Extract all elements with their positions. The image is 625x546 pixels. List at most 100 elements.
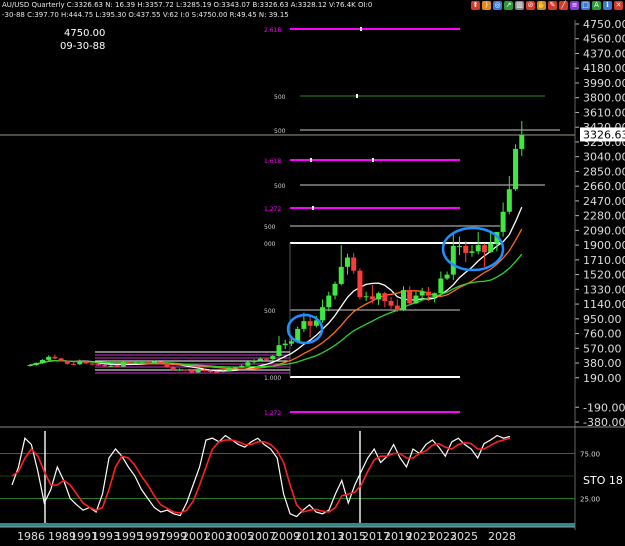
candle-body — [39, 359, 45, 364]
candle-body — [89, 363, 95, 365]
date-readout: 09-30-88 — [60, 41, 106, 52]
candle-body — [64, 360, 70, 364]
fib-label: 1.272 — [264, 410, 281, 417]
candle-body — [127, 362, 133, 364]
candle-body — [463, 245, 469, 253]
candle-body — [444, 274, 450, 279]
candle-body — [232, 367, 238, 369]
price-readout: 4750.00 — [64, 28, 106, 39]
candle-body — [500, 211, 506, 232]
candle-body — [488, 243, 494, 253]
candle-body — [351, 257, 357, 271]
x-tick-label: 1986 — [17, 530, 45, 543]
candle-body — [183, 369, 189, 371]
y-tick-label: 2470.00 — [583, 195, 625, 208]
candle-body — [139, 362, 145, 364]
fib-label: 000 — [264, 241, 276, 248]
y-tick-label: 760.00 — [583, 328, 622, 341]
candle-body — [58, 358, 64, 361]
x-tick-label: 2028 — [488, 530, 516, 543]
y-tick-label: 2660.00 — [583, 180, 625, 193]
sto-level-label: 25.00 — [580, 496, 600, 504]
candle-body — [276, 345, 282, 357]
candle-body — [46, 356, 52, 360]
fib-marker — [360, 27, 362, 31]
y-tick-label: 1330.00 — [583, 283, 625, 296]
moving-average-line — [29, 206, 523, 372]
candle-body — [133, 362, 139, 364]
y-tick-label: 2850.00 — [583, 165, 625, 178]
candle-body — [164, 363, 170, 367]
candle-body — [326, 295, 332, 308]
y-tick-label: 2280.00 — [583, 210, 625, 223]
y-tick-label: 1900.00 — [583, 239, 625, 252]
x-tick-label: 2025 — [450, 530, 478, 543]
y-tick-label: 4560.00 — [583, 33, 625, 46]
candle-body — [432, 293, 438, 296]
candle-body — [513, 148, 519, 190]
candle-body — [469, 251, 475, 253]
candle-body — [245, 362, 251, 366]
y-tick-label: 3990.00 — [583, 77, 625, 90]
y-tick-label: 190.00 — [583, 372, 622, 385]
y-tick-label: 380.00 — [583, 357, 622, 370]
candle-body — [519, 134, 525, 149]
fib-marker — [356, 94, 358, 98]
candle-body — [170, 366, 176, 371]
candle-body — [481, 245, 487, 253]
candle-body — [77, 361, 83, 365]
moving-average-line — [29, 253, 523, 368]
sto-level-label: 75.00 — [580, 451, 600, 459]
candle-body — [226, 368, 232, 371]
candle-body — [382, 293, 388, 301]
candle-body — [401, 290, 406, 311]
candle-body — [320, 307, 326, 321]
fib-marker — [312, 206, 314, 210]
fib-label: 1.272 — [264, 206, 281, 213]
y-tick-label: 2090.00 — [583, 224, 625, 237]
candle-body — [301, 321, 307, 329]
candle-body — [33, 363, 39, 365]
fib-label: 500 — [274, 128, 286, 135]
candle-body — [506, 189, 512, 212]
candle-body — [27, 364, 33, 366]
candle-body — [251, 360, 257, 363]
y-tick-label: -190.00 — [583, 401, 625, 414]
candle-body — [145, 362, 151, 364]
y-tick-label: 3040.00 — [583, 151, 625, 164]
candle-body — [152, 361, 157, 363]
candle-body — [407, 290, 413, 304]
candle-body — [102, 364, 108, 367]
highlight-ellipse — [286, 313, 324, 345]
fib-label: 1.618 — [264, 158, 281, 165]
candle-body — [158, 361, 164, 364]
candle-body — [220, 370, 226, 372]
candle-body — [176, 369, 182, 371]
candle-body — [344, 257, 350, 267]
candle-body — [201, 370, 207, 372]
fib-label: 500 — [264, 224, 276, 231]
candle-body — [425, 291, 431, 296]
candle-body — [264, 358, 270, 360]
fib-label: 2.618 — [264, 27, 281, 34]
candle-body — [288, 341, 294, 344]
y-tick-label: 1710.00 — [583, 254, 625, 267]
candle-body — [438, 278, 444, 294]
y-tick-label: 4180.00 — [583, 62, 625, 75]
candle-body — [282, 343, 288, 346]
y-tick-label: 570.00 — [583, 342, 622, 355]
candle-body — [71, 363, 77, 365]
candle-body — [357, 270, 363, 298]
candle-body — [388, 300, 394, 306]
candle-body — [457, 245, 463, 247]
fib-label: 500 — [274, 94, 286, 101]
fib-marker — [372, 158, 374, 162]
candle-body — [208, 370, 214, 372]
y-tick-label: 3800.00 — [583, 92, 625, 105]
candle-body — [108, 365, 114, 367]
fib-label: 1.000 — [264, 375, 281, 382]
y-tick-label: 950.00 — [583, 313, 622, 326]
candle-body — [394, 305, 400, 311]
candle-body — [363, 296, 369, 298]
chart-canvas[interactable]: 4750.00 4560.004370.00 4180.00 3990.00 3800.… — [0, 0, 625, 546]
